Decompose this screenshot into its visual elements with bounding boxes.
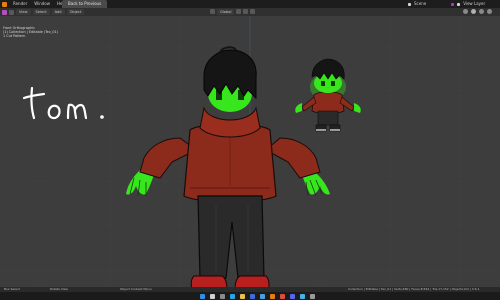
windows-taskbar bbox=[0, 292, 500, 300]
select-menu[interactable]: Select bbox=[32, 9, 50, 15]
discord-icon[interactable] bbox=[290, 293, 295, 299]
orientation-icon bbox=[210, 9, 215, 14]
view-menu[interactable]: View bbox=[16, 9, 31, 15]
menu-item-render[interactable]: Render bbox=[13, 0, 27, 8]
settings-icon[interactable] bbox=[310, 293, 315, 299]
top-menu-bar: Render Window Help Back to Previous Scen… bbox=[0, 0, 500, 8]
back-to-previous-button[interactable]: Back to Previous bbox=[62, 0, 108, 8]
main-menu: Render Window Help bbox=[13, 0, 66, 8]
character-perspective-view[interactable] bbox=[288, 51, 368, 141]
chrome-icon[interactable] bbox=[280, 293, 285, 299]
transform-orientation[interactable]: Global bbox=[210, 9, 256, 15]
shading-buttons bbox=[463, 9, 492, 14]
3d-viewport[interactable]: Front Orthographic (1) Collection | Edit… bbox=[0, 16, 500, 293]
wireframe-shading-icon[interactable] bbox=[463, 9, 468, 14]
search-icon[interactable] bbox=[210, 293, 215, 299]
rendered-shading-icon[interactable] bbox=[487, 9, 492, 14]
blender-window: Render Window Help Back to Previous Scen… bbox=[0, 0, 500, 300]
blender-logo-icon[interactable] bbox=[2, 1, 7, 7]
viewport-header: View Select Add Object Global bbox=[0, 8, 500, 16]
snap-icon[interactable] bbox=[243, 9, 249, 14]
windows-icon[interactable] bbox=[200, 293, 205, 299]
store-icon[interactable] bbox=[250, 293, 255, 299]
add-menu[interactable]: Add bbox=[51, 9, 65, 15]
object-mode-icon[interactable] bbox=[9, 9, 14, 15]
scene-label: Scene bbox=[414, 1, 427, 6]
explorer-icon[interactable] bbox=[240, 293, 245, 299]
blender-icon[interactable] bbox=[270, 293, 275, 299]
cut-pattern-text: 1 Cut Pattern bbox=[3, 34, 26, 38]
scene-pin-icon[interactable] bbox=[451, 2, 455, 6]
view-layer-icon bbox=[457, 2, 461, 6]
scene-selector[interactable]: Scene View Layer bbox=[408, 0, 485, 8]
view-layer-label[interactable]: View Layer bbox=[463, 0, 485, 8]
mail-icon[interactable] bbox=[260, 293, 265, 299]
orientation-label: Global bbox=[217, 9, 235, 15]
editor-type-icon[interactable] bbox=[2, 9, 7, 15]
photos-icon[interactable] bbox=[300, 293, 305, 299]
material-shading-icon[interactable] bbox=[479, 9, 484, 14]
pivot-icon[interactable] bbox=[236, 9, 242, 14]
menu-item-window[interactable]: Window bbox=[34, 0, 50, 8]
scene-icon bbox=[408, 2, 411, 6]
solid-shading-icon[interactable] bbox=[471, 9, 476, 14]
edge-icon[interactable] bbox=[230, 293, 235, 299]
object-menu[interactable]: Object bbox=[66, 9, 85, 15]
task-view-icon[interactable] bbox=[220, 293, 225, 299]
proportional-edit-icon[interactable] bbox=[250, 9, 256, 14]
handwritten-annotation bbox=[22, 86, 104, 120]
